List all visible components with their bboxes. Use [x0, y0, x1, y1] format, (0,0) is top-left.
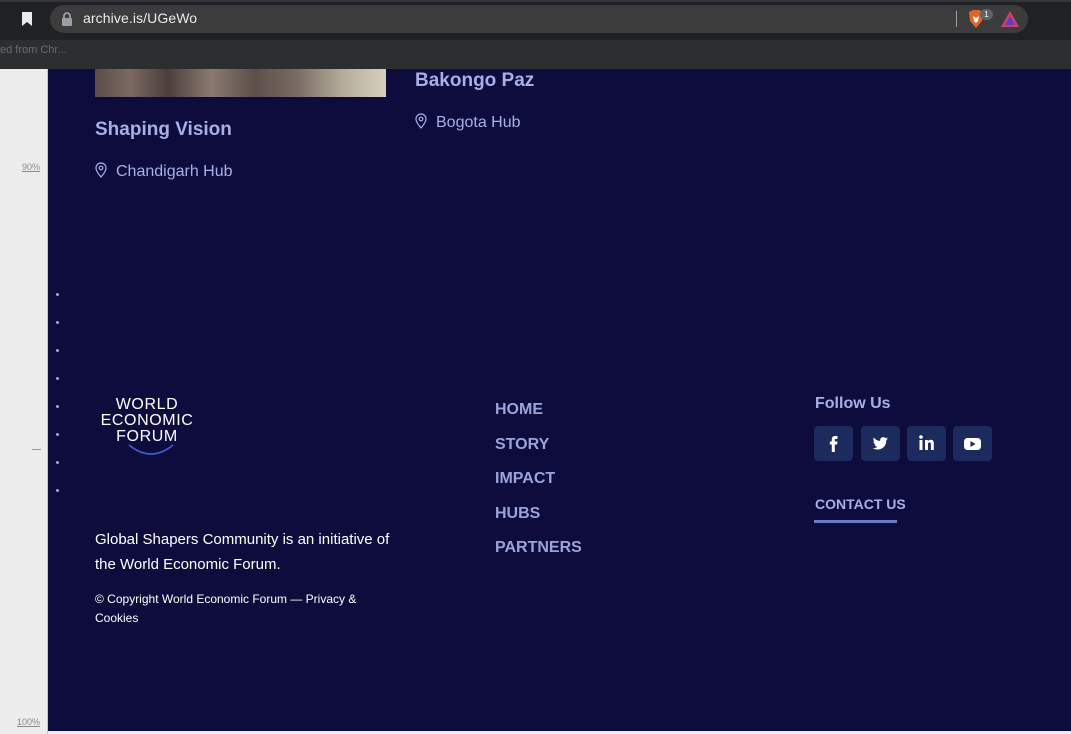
- url-text[interactable]: archive.is/UGeWo: [83, 10, 197, 26]
- page-content: Shaping Vision Chandigarh Hub Bakongo Pa…: [48, 69, 1071, 731]
- linkedin-icon: [919, 435, 934, 450]
- logo-line-2: ECONOMIC: [100, 412, 194, 429]
- tab-strip: [0, 0, 1071, 2]
- carousel-dot[interactable]: [56, 377, 59, 380]
- shields-count-badge: 1: [980, 9, 993, 20]
- footer-nav-hubs[interactable]: HUBS: [495, 505, 540, 523]
- bookmark-item[interactable]: ed from Chr...: [0, 44, 67, 56]
- footer-nav-impact[interactable]: IMPACT: [495, 470, 555, 488]
- carousel-dot[interactable]: [56, 489, 59, 492]
- facebook-button[interactable]: [814, 426, 853, 461]
- card-hub: Bogota Hub: [436, 114, 521, 131]
- twitter-button[interactable]: [861, 426, 900, 461]
- card-title[interactable]: Bakongo Paz: [415, 70, 534, 92]
- footer-description: Global Shapers Community is an initiativ…: [95, 531, 390, 573]
- footer-nav-partners[interactable]: PARTNERS: [495, 539, 582, 557]
- browser-toolbar: archive.is/UGeWo 1: [0, 0, 1071, 40]
- lock-icon: [62, 12, 72, 26]
- logo-arc-icon: [128, 444, 174, 455]
- ruler-label-90[interactable]: 90%: [22, 162, 40, 172]
- wef-logo[interactable]: WORLD ECONOMIC FORUM: [93, 397, 201, 461]
- facebook-icon: [829, 436, 838, 452]
- contact-underline: [814, 520, 897, 523]
- bookmark-icon[interactable]: [18, 10, 36, 28]
- card-hub: Chandigarh Hub: [116, 163, 233, 180]
- carousel-dot[interactable]: [56, 321, 59, 324]
- carousel-dot[interactable]: [56, 461, 59, 464]
- location-pin-icon: [415, 113, 427, 129]
- card-title[interactable]: Shaping Vision: [95, 119, 232, 141]
- ruler-label-100[interactable]: 100%: [17, 717, 40, 727]
- address-bar-divider: [956, 11, 957, 27]
- carousel-dot[interactable]: [56, 349, 59, 352]
- carousel-dot[interactable]: [56, 433, 59, 436]
- youtube-button[interactable]: [953, 426, 992, 461]
- brave-rewards-icon[interactable]: [1000, 9, 1020, 29]
- carousel-dot[interactable]: [56, 293, 59, 296]
- ruler-tick: [32, 449, 41, 450]
- linkedin-button[interactable]: [907, 426, 946, 461]
- twitter-icon: [872, 437, 888, 450]
- footer-nav-story[interactable]: STORY: [495, 436, 549, 454]
- carousel-dot[interactable]: [56, 405, 59, 408]
- copyright-text[interactable]: © Copyright World Economic Forum — Priva…: [95, 590, 365, 628]
- logo-line-1: WORLD: [115, 396, 179, 413]
- bookmarks-bar: [0, 40, 1071, 69]
- footer-nav-home[interactable]: HOME: [495, 401, 543, 419]
- location-pin-icon: [95, 162, 107, 178]
- youtube-icon: [964, 438, 981, 450]
- shaper-photo[interactable]: [95, 69, 386, 97]
- contact-us-link[interactable]: CONTACT US: [815, 496, 906, 512]
- follow-us-label: Follow Us: [815, 395, 891, 412]
